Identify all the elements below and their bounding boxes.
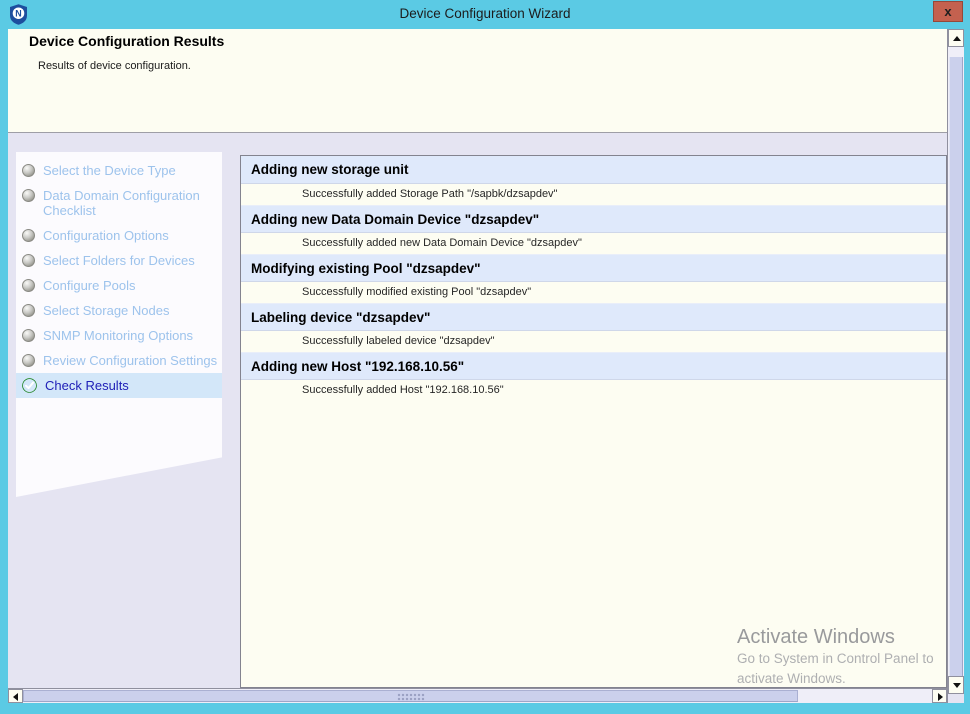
result-title: Adding new Data Domain Device "dzsapdev" [241, 205, 946, 233]
step-pending-sphere-icon [22, 304, 35, 317]
result-group: Adding new Host "192.168.10.56" Successf… [241, 352, 946, 401]
step-label: Select the Device Type [43, 163, 176, 178]
scroll-down-button[interactable] [948, 676, 964, 694]
scroll-grip-dots-icon [397, 693, 425, 702]
horizontal-scroll-track[interactable] [23, 689, 932, 703]
up-arrow-icon [953, 36, 961, 41]
result-detail: Successfully added Storage Path "/sapbk/… [241, 184, 946, 205]
window-bottom-border [0, 703, 970, 714]
result-detail: Successfully labeled device "dzsapdev" [241, 331, 946, 352]
watermark-title: Activate Windows [737, 625, 952, 649]
close-button[interactable]: x [933, 1, 963, 22]
sidebar-step-6[interactable]: Select Storage Nodes [16, 298, 222, 323]
result-group: Adding new storage unit Successfully add… [241, 156, 946, 205]
wizard-header: Device Configuration Results Results of … [8, 29, 947, 133]
scroll-right-button[interactable] [932, 689, 947, 703]
result-group: Labeling device "dzsapdev" Successfully … [241, 303, 946, 352]
sidebar-step-1[interactable]: Select the Device Type [16, 158, 222, 183]
sidebar-step-8[interactable]: Review Configuration Settings [16, 348, 222, 373]
result-group: Adding new Data Domain Device "dzsapdev"… [241, 205, 946, 254]
horizontal-scroll-thumb[interactable] [23, 690, 798, 702]
sidebar-step-3[interactable]: Configuration Options [16, 223, 222, 248]
titlebar: N Device Configuration Wizard x [0, 0, 970, 29]
device-configuration-wizard-window: N Device Configuration Wizard x Device C… [0, 0, 970, 714]
page-subtitle: Results of device configuration. [38, 60, 191, 72]
result-title: Modifying existing Pool "dzsapdev" [241, 254, 946, 282]
sidebar-step-5[interactable]: Configure Pools [16, 273, 222, 298]
right-arrow-icon [938, 693, 943, 701]
step-label: SNMP Monitoring Options [43, 328, 193, 343]
wizard-steps-sidebar: Select the Device Type Data Domain Confi… [16, 152, 222, 497]
step-label: Select Folders for Devices [43, 253, 195, 268]
vertical-scroll-track[interactable] [948, 47, 964, 676]
horizontal-scrollbar[interactable] [8, 688, 947, 703]
results-panel: Adding new storage unit Successfully add… [240, 155, 947, 688]
vertical-scroll-thumb[interactable] [949, 57, 963, 676]
activate-windows-watermark: Activate Windows Go to System in Control… [737, 625, 952, 689]
vertical-scrollbar[interactable] [947, 29, 964, 694]
step-pending-sphere-icon [22, 229, 35, 242]
window-title: Device Configuration Wizard [0, 0, 970, 29]
step-pending-sphere-icon [22, 329, 35, 342]
step-pending-sphere-icon [22, 254, 35, 267]
result-title: Adding new Host "192.168.10.56" [241, 352, 946, 380]
step-label: Data Domain Configuration Checklist [43, 188, 218, 218]
result-detail: Successfully added Host "192.168.10.56" [241, 380, 946, 401]
watermark-line2: activate Windows. [737, 669, 952, 689]
result-detail: Successfully added new Data Domain Devic… [241, 233, 946, 254]
step-pending-sphere-icon [22, 164, 35, 177]
sidebar-step-4[interactable]: Select Folders for Devices [16, 248, 222, 273]
sidebar-step-2[interactable]: Data Domain Configuration Checklist [16, 183, 222, 223]
wizard-body: Select the Device Type Data Domain Confi… [8, 133, 947, 688]
result-group: Modifying existing Pool "dzsapdev" Succe… [241, 254, 946, 303]
left-arrow-icon [13, 693, 18, 701]
step-label: Configuration Options [43, 228, 169, 243]
step-label: Review Configuration Settings [43, 353, 217, 368]
step-pending-sphere-icon [22, 279, 35, 292]
step-label: Configure Pools [43, 278, 136, 293]
scroll-left-button[interactable] [8, 689, 23, 703]
step-label: Select Storage Nodes [43, 303, 169, 318]
watermark-line1: Go to System in Control Panel to [737, 649, 952, 669]
step-label: Check Results [45, 378, 129, 393]
sidebar-step-9[interactable]: Check Results [16, 373, 222, 398]
result-detail: Successfully modified existing Pool "dzs… [241, 282, 946, 303]
sidebar-step-7[interactable]: SNMP Monitoring Options [16, 323, 222, 348]
result-title: Adding new storage unit [241, 156, 946, 184]
result-title: Labeling device "dzsapdev" [241, 303, 946, 331]
step-pending-sphere-icon [22, 354, 35, 367]
scrollbar-corner [947, 694, 964, 703]
step-active-green-check-icon [22, 378, 37, 393]
scroll-up-button[interactable] [948, 29, 964, 47]
down-arrow-icon [953, 683, 961, 688]
page-title: Device Configuration Results [29, 33, 224, 49]
step-pending-sphere-icon [22, 189, 35, 202]
